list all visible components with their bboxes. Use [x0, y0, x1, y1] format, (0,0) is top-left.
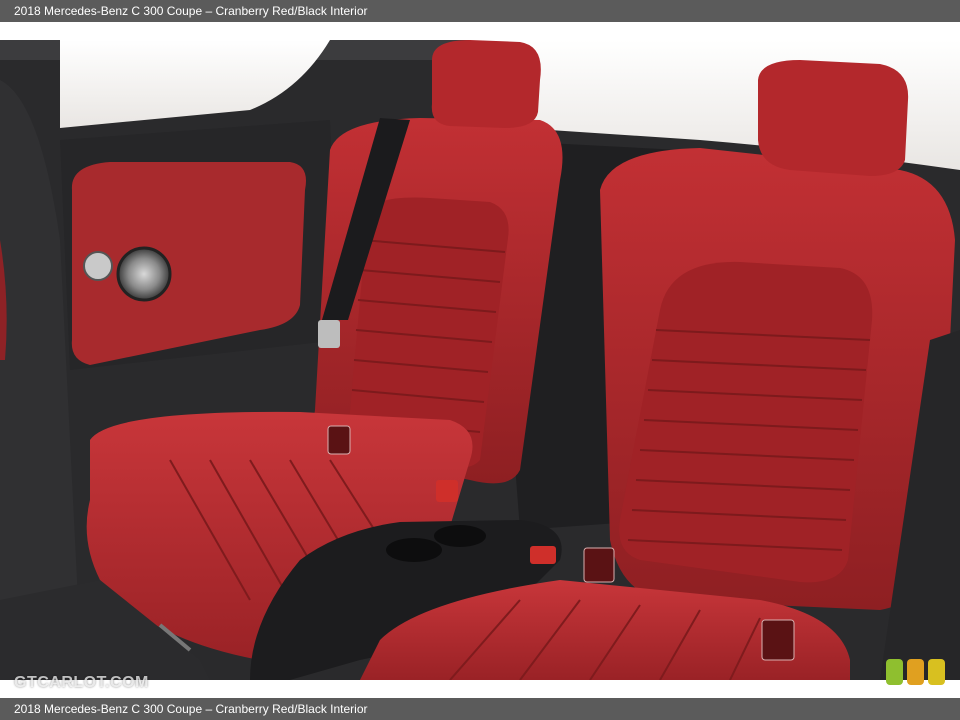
watermark-text: GTCARLOT.COM	[14, 674, 149, 691]
isofix-tab-center	[583, 547, 615, 583]
right-headrest	[758, 60, 909, 176]
left-headrest	[431, 40, 541, 128]
cupholder-right	[434, 525, 486, 547]
rear-seats-illustration	[0, 40, 960, 680]
seatbelt-buckle	[318, 320, 340, 348]
caption-top: 2018 Mercedes-Benz C 300 Coupe – Cranber…	[0, 0, 960, 22]
door-knob	[83, 251, 113, 281]
cupholder-left	[386, 538, 442, 562]
isofix-tab-right	[761, 619, 795, 661]
caption-bottom: 2018 Mercedes-Benz C 300 Coupe – Cranber…	[0, 698, 960, 720]
belt-buckle-red-left	[436, 480, 458, 502]
interior-photo	[0, 40, 960, 680]
site-logo-icon	[886, 659, 945, 685]
isofix-tab-left	[327, 425, 351, 455]
belt-buckle-red	[530, 546, 556, 564]
speaker-grille	[116, 246, 172, 302]
